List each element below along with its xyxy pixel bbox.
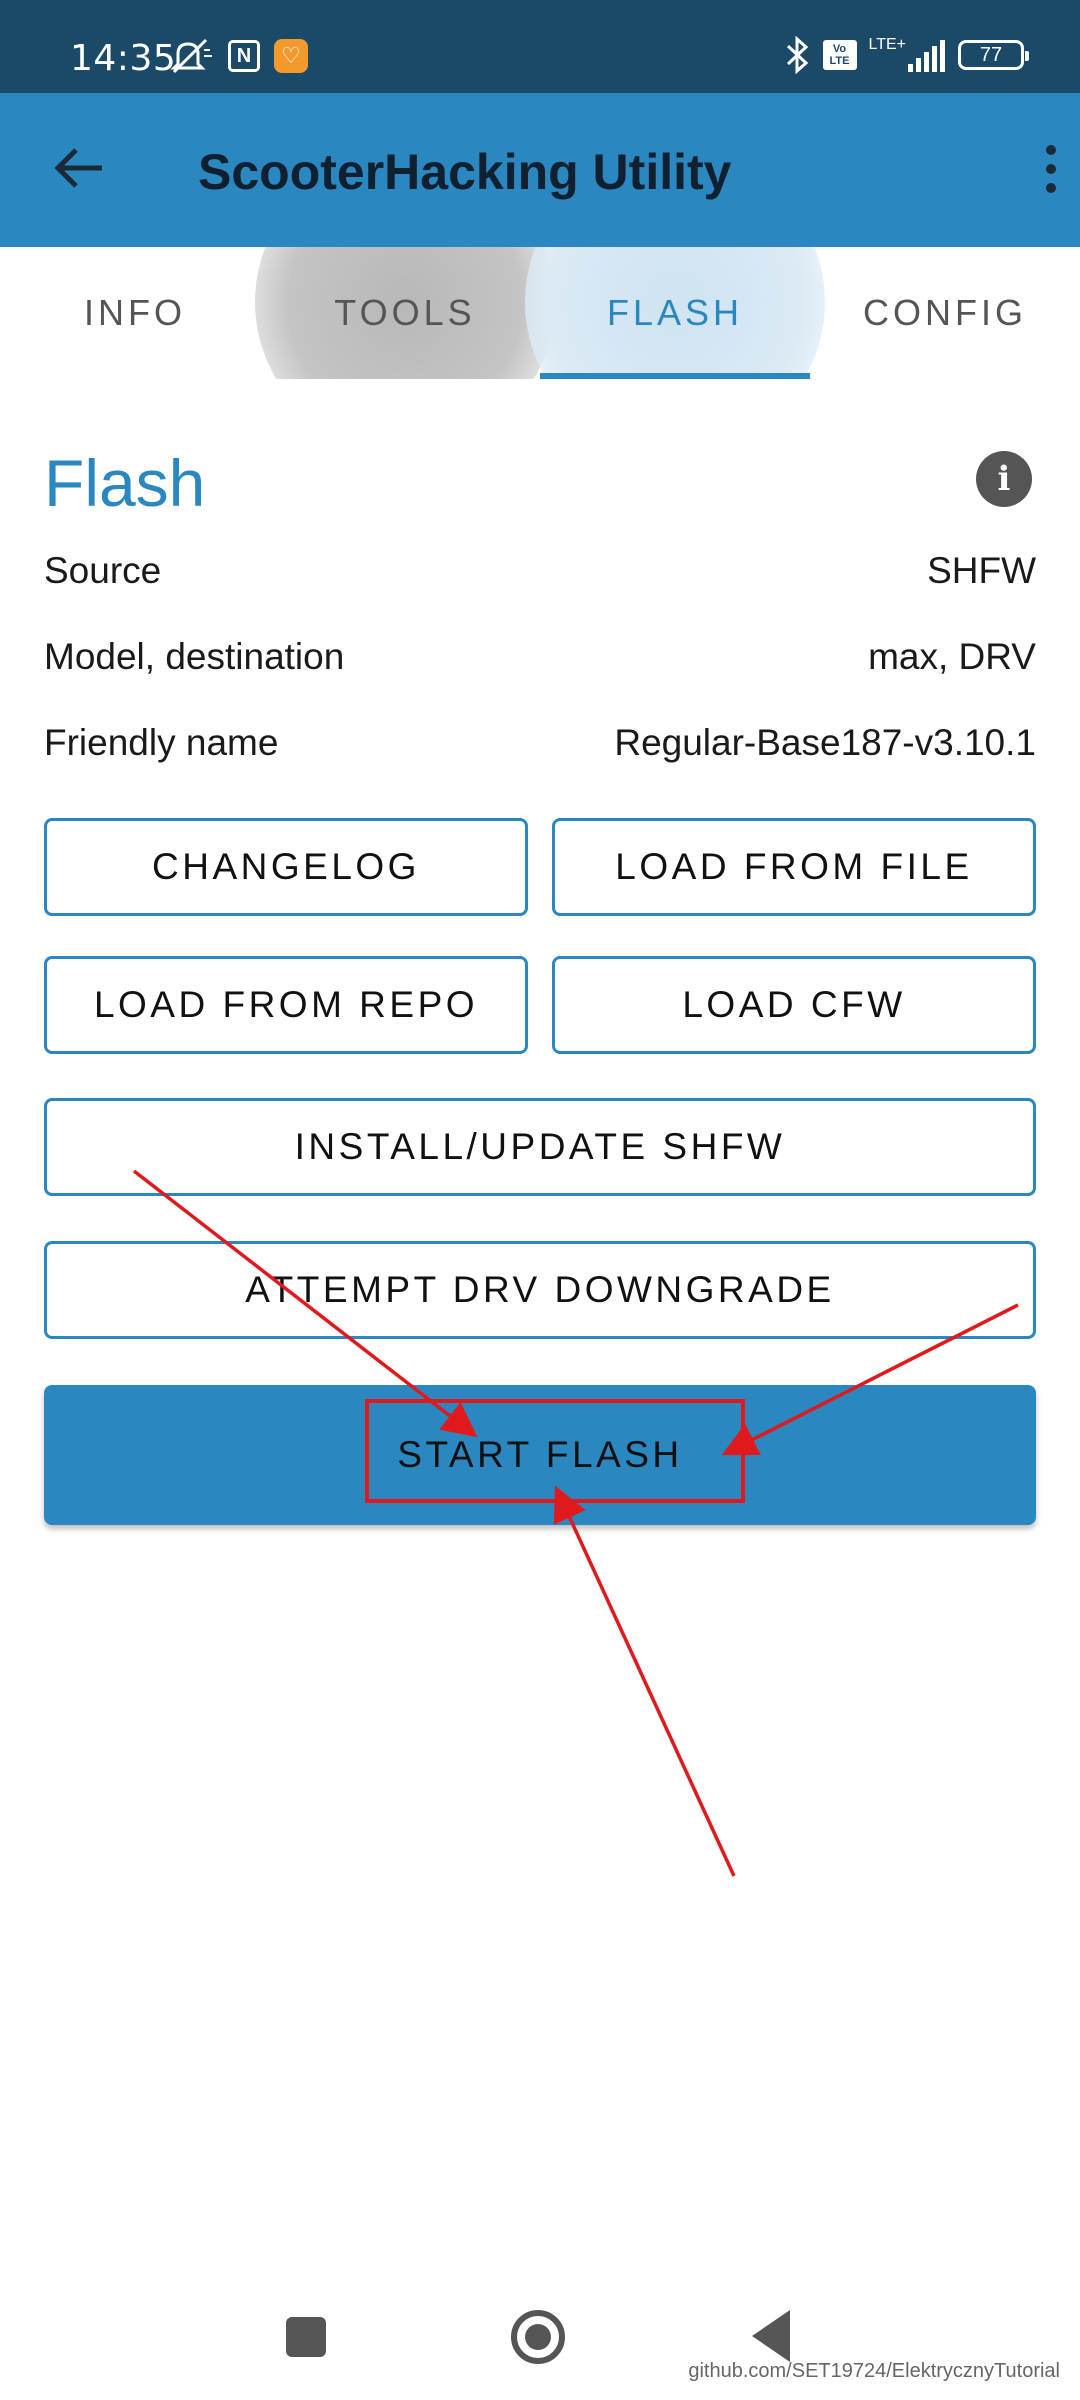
battery-icon: 77 [958, 40, 1029, 70]
tab-info[interactable]: INFO [0, 247, 270, 379]
app-title: ScooterHacking Utility [198, 144, 732, 200]
start-flash-button[interactable]: START FLASH [44, 1385, 1036, 1525]
status-icons-left: N ♡ [170, 38, 308, 74]
status-icons-right: Vo LTE LTE+ 77 [785, 36, 1029, 74]
load-from-repo-button[interactable]: LOAD FROM REPO [44, 956, 528, 1054]
signal-icon: LTE+ [868, 36, 947, 72]
nfc-icon: N [228, 40, 260, 72]
row-value: SHFW [927, 550, 1036, 591]
tab-config[interactable]: CONFIG [810, 247, 1080, 379]
annotation-arrow [553, 1485, 736, 1877]
changelog-button[interactable]: CHANGELOG [44, 818, 528, 916]
recent-apps-icon[interactable] [286, 2317, 326, 2357]
arrow-left-icon [54, 148, 102, 188]
tab-bar: INFO TOOLS FLASH CONFIG [0, 247, 1080, 379]
row-value: Regular-Base187-v3.10.1 [614, 722, 1036, 763]
back-button[interactable] [44, 133, 114, 203]
mute-icon [170, 38, 214, 74]
info-row-model: Model, destination max, DRV [44, 636, 1036, 678]
row-label: Model, destination [44, 636, 345, 677]
info-icon[interactable]: i [976, 451, 1032, 507]
load-cfw-button[interactable]: LOAD CFW [552, 956, 1036, 1054]
back-triangle-icon[interactable] [752, 2310, 790, 2362]
bluetooth-icon [785, 36, 811, 74]
status-bar: 14:35 N ♡ Vo LTE LTE+ 77 [0, 0, 1080, 93]
app-badge-icon: ♡ [274, 39, 308, 73]
info-row-friendly-name: Friendly name Regular-Base187-v3.10.1 [44, 722, 1036, 764]
watermark: github.com/SET19724/ElektrycznyTutorial [688, 2360, 1060, 2382]
home-icon[interactable] [511, 2310, 565, 2364]
load-from-file-button[interactable]: LOAD FROM FILE [552, 818, 1036, 916]
lte-label: LTE+ [868, 36, 907, 53]
section-title: Flash [44, 446, 206, 520]
tab-flash[interactable]: FLASH [540, 247, 810, 379]
row-label: Friendly name [44, 722, 279, 763]
row-label: Source [44, 550, 162, 591]
app-bar: ScooterHacking Utility [0, 93, 1080, 247]
tab-tools[interactable]: TOOLS [270, 247, 540, 379]
volte-icon: Vo LTE [822, 40, 857, 70]
more-vert-icon[interactable] [1026, 129, 1076, 209]
tab-active-indicator [540, 373, 810, 379]
install-update-shfw-button[interactable]: INSTALL/UPDATE SHFW [44, 1098, 1036, 1196]
row-value: max, DRV [868, 636, 1036, 677]
attempt-drv-downgrade-button[interactable]: ATTEMPT DRV DOWNGRADE [44, 1241, 1036, 1339]
status-time: 14:35 [70, 38, 177, 79]
info-row-source: Source SHFW [44, 550, 1036, 592]
